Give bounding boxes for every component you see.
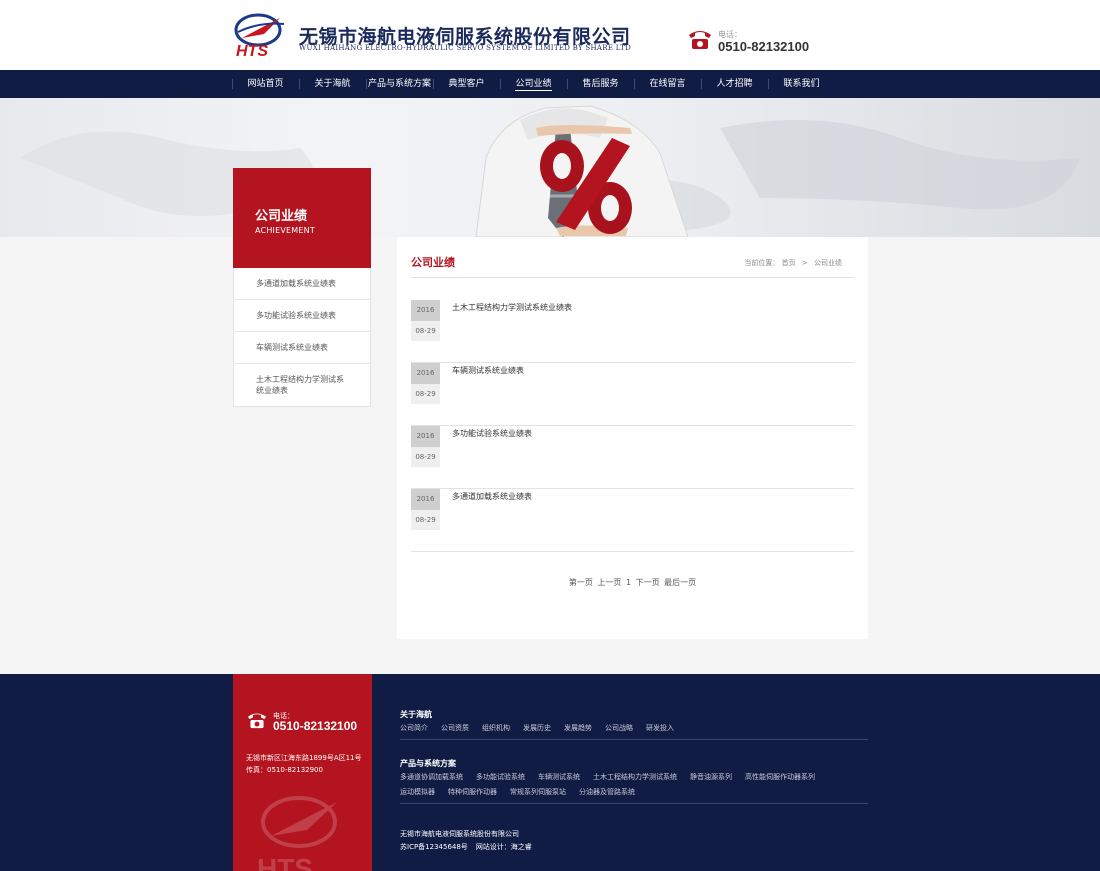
main-content: 公司业绩 当前位置： 首页 > 公司业绩 2016 08-29 土木工程结构力学… <box>397 237 868 639</box>
date-year: 2016 <box>411 363 440 384</box>
footer-phone-number: 0510-82132100 <box>273 719 358 733</box>
nav-item-about[interactable]: 关于海航 <box>299 70 366 98</box>
date-month-day: 08-29 <box>411 384 440 404</box>
footer-divider <box>400 739 868 740</box>
banner <box>0 98 1100 237</box>
date-badge: 2016 08-29 <box>411 426 440 468</box>
list-item-title[interactable]: 多通道加载系统业绩表 <box>452 491 532 502</box>
date-badge: 2016 08-29 <box>411 363 440 405</box>
footer-link[interactable]: 多通道协调加载系统 <box>400 770 463 785</box>
telephone-icon <box>248 713 266 729</box>
date-year: 2016 <box>411 300 440 321</box>
sidebar-item-multifunction[interactable]: 多功能试验系统业绩表 <box>234 300 370 332</box>
footer-link[interactable]: 公司简介 <box>400 721 428 736</box>
footer-link[interactable]: 分油器及管路系统 <box>579 785 635 800</box>
nav-item-home[interactable]: 网站首页 <box>232 70 299 98</box>
logo-letters: HTS <box>236 43 268 58</box>
footer-link[interactable]: 公司资质 <box>441 721 469 736</box>
company-name-en: WUXI HAIHANG ELECTRO-HYDRAULIC SERVO SYS… <box>299 44 632 52</box>
list-item[interactable]: 2016 08-29 土木工程结构力学测试系统业绩表 <box>411 300 854 363</box>
date-badge: 2016 08-29 <box>411 300 440 342</box>
date-year: 2016 <box>411 426 440 447</box>
logo-watermark-icon: HTS <box>257 796 337 871</box>
footer-link[interactable]: 组织机构 <box>482 721 510 736</box>
pagination: 第一页 上一页 1 下一页 最后一页 <box>397 577 868 588</box>
watermark-letters: HTS <box>257 853 313 871</box>
header-phone-number: 0510-82132100 <box>718 39 810 54</box>
nav-list: 网站首页 关于海航 产品与系统方案 典型客户 公司业绩 售后服务 在线留言 人才… <box>232 70 835 98</box>
footer-link[interactable]: 土木工程结构力学测试系统 <box>593 770 677 785</box>
footer-link[interactable]: 公司战略 <box>605 721 633 736</box>
footer-link[interactable]: 静音油源系列 <box>690 770 732 785</box>
footer-icp-number[interactable]: 苏ICP备12345648号 <box>400 843 468 851</box>
nav-item-products[interactable]: 产品与系统方案 <box>366 70 433 98</box>
nav-item-achievement[interactable]: 公司业绩 <box>500 70 567 98</box>
breadcrumb-separator: > <box>801 259 808 267</box>
pager-current[interactable]: 1 <box>626 578 631 587</box>
footer-link[interactable]: 研发投入 <box>646 721 674 736</box>
footer-design-credit[interactable]: 网站设计：海之睿 <box>476 843 532 851</box>
nav-item-message[interactable]: 在线留言 <box>634 70 701 98</box>
footer-link[interactable]: 运动模拟器 <box>400 785 435 800</box>
hts-logo-icon[interactable]: HTS <box>234 12 290 58</box>
list-item[interactable]: 2016 08-29 多通道加载系统业绩表 <box>411 489 854 552</box>
footer-link[interactable]: 特种伺服作动器 <box>448 785 497 800</box>
footer-icp: 苏ICP备12345648号 网站设计：海之睿 <box>400 842 532 852</box>
sidebar-item-multichannel[interactable]: 多通道加载系统业绩表 <box>234 268 370 300</box>
footer-link[interactable]: 常规系列伺服泵站 <box>510 785 566 800</box>
site-header: HTS 无锡市海航电液伺服系统股份有限公司 WUXI HAIHANG ELECT… <box>0 0 1100 70</box>
footer-link[interactable]: 发展历史 <box>523 721 551 736</box>
footer-products-title: 产品与系统方案 <box>400 759 456 768</box>
date-badge: 2016 08-29 <box>411 489 440 531</box>
title-divider <box>411 277 854 278</box>
nav-item-service[interactable]: 售后服务 <box>567 70 634 98</box>
list-item[interactable]: 2016 08-29 多功能试验系统业绩表 <box>411 426 854 489</box>
footer-address: 无锡市新区江海东路1899号A区11号 <box>246 754 362 762</box>
nav-item-contact[interactable]: 联系我们 <box>768 70 835 98</box>
breadcrumb: 当前位置： 首页 > 公司业绩 <box>744 258 842 268</box>
list-item-title[interactable]: 车辆测试系统业绩表 <box>452 365 524 376</box>
nav-item-jobs[interactable]: 人才招聘 <box>701 70 768 98</box>
list-item-title[interactable]: 土木工程结构力学测试系统业绩表 <box>452 302 572 313</box>
footer-about-title: 关于海航 <box>400 710 432 719</box>
footer-divider <box>400 803 868 804</box>
nav-item-clients[interactable]: 典型客户 <box>433 70 500 98</box>
footer-fax: 传真：0510-82132900 <box>246 766 323 774</box>
footer-contact-box: 电话： 0510-82132100 无锡市新区江海东路1899号A区11号 传真… <box>233 674 372 871</box>
sidebar-subtitle: ACHIEVEMENT <box>255 226 315 235</box>
sidebar-list: 多通道加载系统业绩表 多功能试验系统业绩表 车辆测试系统业绩表 土木工程结构力学… <box>233 268 371 407</box>
sidebar-item-vehicle[interactable]: 车辆测试系统业绩表 <box>234 332 370 364</box>
footer-link[interactable]: 高性能伺服作动器系列 <box>745 770 815 785</box>
sidebar-title-box: 公司业绩 ACHIEVEMENT <box>233 168 371 268</box>
breadcrumb-label: 当前位置： <box>744 259 780 267</box>
list-item[interactable]: 2016 08-29 车辆测试系统业绩表 <box>411 363 854 426</box>
pager-last[interactable]: 最后一页 <box>664 578 696 587</box>
footer-link[interactable]: 车辆测试系统 <box>538 770 580 785</box>
sidebar-title: 公司业绩 <box>255 209 308 224</box>
date-month-day: 08-29 <box>411 510 440 530</box>
pager-prev[interactable]: 上一页 <box>597 578 621 587</box>
date-year: 2016 <box>411 489 440 510</box>
breadcrumb-current[interactable]: 公司业绩 <box>814 259 842 267</box>
date-month-day: 08-29 <box>411 447 440 467</box>
footer-link[interactable]: 发展趋势 <box>564 721 592 736</box>
footer-about-links: 公司简介 公司资质 组织机构 发展历史 发展趋势 公司战略 研发投入 <box>400 721 870 736</box>
main-nav: 网站首页 关于海航 产品与系统方案 典型客户 公司业绩 售后服务 在线留言 人才… <box>0 70 1100 98</box>
footer-link[interactable]: 多功能试验系统 <box>476 770 525 785</box>
site-footer: 电话： 0510-82132100 无锡市新区江海东路1899号A区11号 传真… <box>0 674 1100 871</box>
footer-product-links: 多通道协调加载系统 多功能试验系统 车辆测试系统 土木工程结构力学测试系统 静音… <box>400 770 870 800</box>
pager-next[interactable]: 下一页 <box>636 578 660 587</box>
pager-first[interactable]: 第一页 <box>569 578 593 587</box>
banner-image <box>20 105 1080 237</box>
breadcrumb-home[interactable]: 首页 <box>782 259 796 267</box>
date-month-day: 08-29 <box>411 321 440 341</box>
telephone-icon <box>689 31 711 49</box>
sidebar-item-civil[interactable]: 土木工程结构力学测试系统业绩表 <box>234 364 370 406</box>
footer-company-name: 无锡市海航电液伺服系统股份有限公司 <box>400 830 519 838</box>
list-item-title[interactable]: 多功能试验系统业绩表 <box>452 428 532 439</box>
page-title: 公司业绩 <box>411 256 455 269</box>
